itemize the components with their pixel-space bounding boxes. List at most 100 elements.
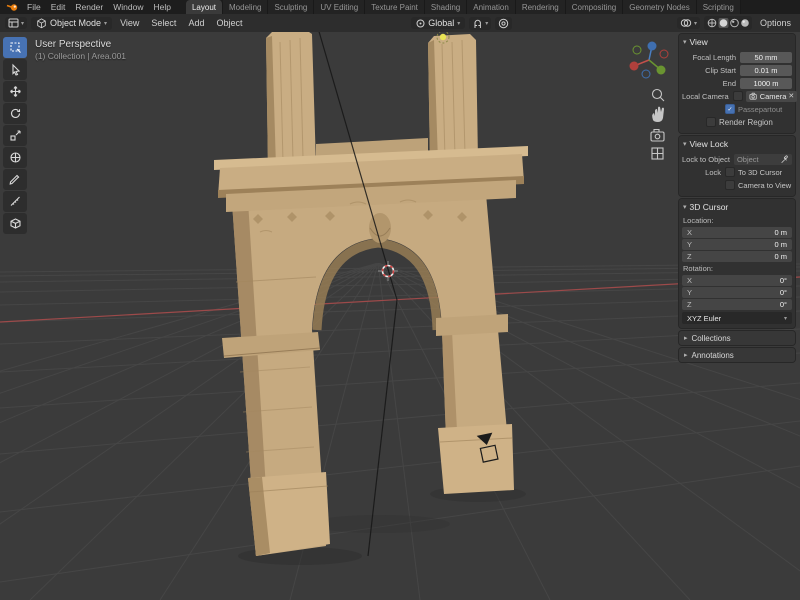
transform-orientation-dropdown[interactable]: Global <box>411 17 465 29</box>
focal-length-field[interactable]: 50 mm <box>740 52 792 63</box>
chevron-down-icon <box>457 20 460 27</box>
chevron-down-icon <box>683 140 687 148</box>
tab-rendering[interactable]: Rendering <box>516 0 566 14</box>
lock-label: Lock <box>682 168 725 177</box>
blender-logo-icon[interactable] <box>3 0 22 14</box>
tab-layout[interactable]: Layout <box>186 0 223 14</box>
tool-scale[interactable] <box>3 125 27 146</box>
tool-cursor[interactable] <box>3 59 27 80</box>
cursor-3d-section-header[interactable]: 3D Cursor <box>682 201 792 215</box>
clip-start-label: Clip Start <box>682 66 740 75</box>
cursor-3d-title: 3D Cursor <box>690 202 729 212</box>
camera-selector-field[interactable]: Camera <box>746 91 798 102</box>
zoom-button[interactable] <box>653 90 665 102</box>
view-section-header[interactable]: View <box>682 36 792 50</box>
collections-section-header[interactable]: Collections <box>679 331 795 345</box>
overlays-icon <box>680 18 692 28</box>
render-region-checkbox[interactable] <box>706 117 716 127</box>
euler-mode-value: XYZ Euler <box>687 314 721 323</box>
pan-button[interactable] <box>652 107 664 122</box>
topbar: File Edit Render Window Help Layout Mode… <box>0 0 800 14</box>
options-dropdown[interactable]: Options <box>756 17 795 29</box>
clip-end-label: End <box>682 79 740 88</box>
cursor-location-x-field[interactable]: X 0 m <box>682 227 792 238</box>
tab-texture-paint[interactable]: Texture Paint <box>365 0 425 14</box>
snapping-button[interactable] <box>469 17 491 30</box>
view-perspective-label: User Perspective <box>35 39 111 50</box>
tool-add-object[interactable] <box>3 213 27 234</box>
menu-file[interactable]: File <box>22 0 46 14</box>
measure-icon <box>9 195 22 208</box>
view-section-title: View <box>690 37 708 47</box>
cursor-icon <box>9 63 22 76</box>
cursor-rotation-z-field[interactable]: Z 0° <box>682 299 792 310</box>
menu-help[interactable]: Help <box>148 0 175 14</box>
local-camera-checkbox[interactable] <box>733 91 743 101</box>
viewport-3d[interactable]: User Perspective (1) Collection | Area.0… <box>0 32 800 600</box>
chevron-down-icon <box>694 20 697 27</box>
tab-sculpting[interactable]: Sculpting <box>268 0 314 14</box>
eyedropper-icon[interactable] <box>780 155 789 164</box>
annotations-title: Annotations <box>692 351 734 360</box>
view-lock-section: View Lock Lock to Object Object Lock To … <box>679 136 795 196</box>
wireframe-shading-button[interactable] <box>708 19 716 27</box>
view-lock-section-header[interactable]: View Lock <box>682 138 792 152</box>
cursor-location-z-field[interactable]: Z 0 m <box>682 251 792 262</box>
rendered-shading-button[interactable] <box>741 19 749 27</box>
toggle-ortho-button[interactable] <box>652 148 663 159</box>
solid-shading-button[interactable] <box>718 18 728 28</box>
proportional-editing-icon <box>498 18 509 29</box>
arch-model[interactable] <box>214 32 528 556</box>
annotate-pen-icon <box>9 173 22 186</box>
tool-transform[interactable] <box>3 147 27 168</box>
tool-move[interactable] <box>3 81 27 102</box>
tool-select-box[interactable] <box>3 37 27 58</box>
menu-view[interactable]: View <box>116 17 143 29</box>
clip-start-field[interactable]: 0.01 m <box>740 65 792 76</box>
menu-select[interactable]: Select <box>147 17 180 29</box>
material-preview-button[interactable] <box>731 19 739 27</box>
editor-type-button[interactable] <box>5 17 27 29</box>
tool-annotate[interactable] <box>3 169 27 190</box>
cursor-rotation-y-field[interactable]: Y 0° <box>682 287 792 298</box>
tab-scripting[interactable]: Scripting <box>697 0 741 14</box>
cursor-rotation-x-field[interactable]: X 0° <box>682 275 792 286</box>
tab-shading[interactable]: Shading <box>425 0 467 14</box>
rotation-mode-dropdown[interactable]: XYZ Euler <box>682 312 792 324</box>
nav-gizmo[interactable] <box>630 42 669 79</box>
lock-object-field[interactable]: Object <box>734 154 792 165</box>
mode-label: Object Mode <box>50 18 101 28</box>
clip-end-field[interactable]: 1000 m <box>740 78 792 89</box>
menu-object[interactable]: Object <box>212 17 246 29</box>
view-section: View Focal Length 50 mm Clip Start 0.01 … <box>679 34 795 133</box>
tool-rotate[interactable] <box>3 103 27 124</box>
tab-compositing[interactable]: Compositing <box>566 0 623 14</box>
camera-to-view-checkbox[interactable] <box>725 180 735 190</box>
passepartout-checkbox[interactable] <box>725 104 735 114</box>
cursor-3d-section: 3D Cursor Location: X 0 m Y 0 m Z 0 m Ro… <box>679 199 795 328</box>
rotate-icon <box>9 107 22 120</box>
render-region-label: Render Region <box>719 118 773 127</box>
tab-animation[interactable]: Animation <box>467 0 516 14</box>
cursor-location-y-field[interactable]: Y 0 m <box>682 239 792 250</box>
camera-view-button[interactable] <box>651 130 664 142</box>
tab-geometry-nodes[interactable]: Geometry Nodes <box>623 0 696 14</box>
menu-edit[interactable]: Edit <box>46 0 71 14</box>
menu-add[interactable]: Add <box>184 17 208 29</box>
menu-window[interactable]: Window <box>108 0 148 14</box>
unlink-camera-icon[interactable] <box>788 92 794 100</box>
menu-render[interactable]: Render <box>70 0 108 14</box>
camera-to-view-label: Camera to View <box>738 181 791 190</box>
proportional-editing-button[interactable] <box>495 17 512 30</box>
chevron-right-icon <box>684 351 688 359</box>
tool-measure[interactable] <box>3 191 27 212</box>
lock-to-3d-cursor-checkbox[interactable] <box>725 167 735 177</box>
move-icon <box>9 85 22 98</box>
tab-modeling[interactable]: Modeling <box>223 0 268 14</box>
mode-dropdown[interactable]: Object Mode <box>31 17 112 30</box>
show-overlays-button[interactable] <box>677 17 700 29</box>
tab-uv-editing[interactable]: UV Editing <box>314 0 365 14</box>
chevron-down-icon <box>683 38 687 46</box>
annotations-section-header[interactable]: Annotations <box>679 348 795 362</box>
shading-mode-group <box>704 16 752 30</box>
